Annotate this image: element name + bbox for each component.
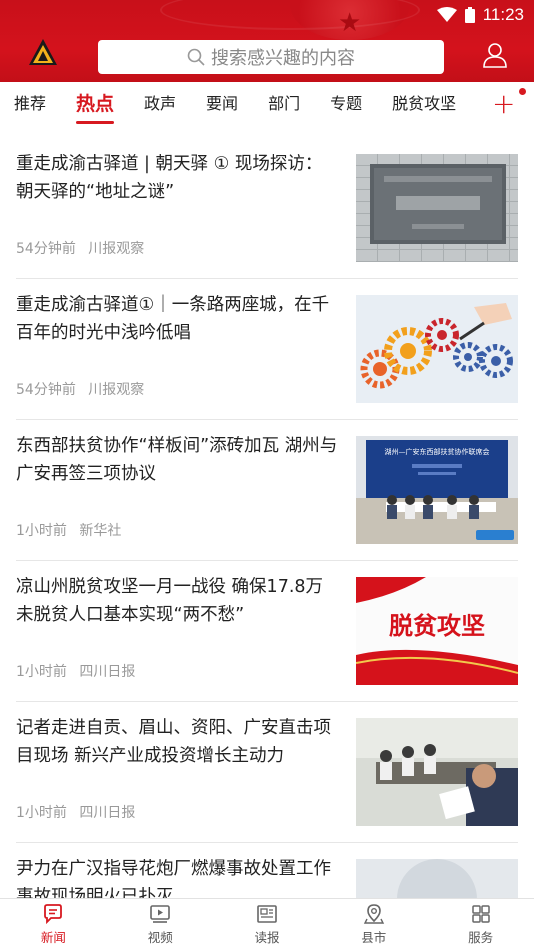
thumb-banner-text: 湖州—广安东西部扶贫协作联席会 (385, 447, 490, 456)
nav-news[interactable]: 新闻 (0, 899, 107, 949)
news-time: 1小时前 (16, 664, 67, 680)
news-source: 新华社 (79, 523, 122, 539)
news-meta: 1小时前 新华社 (16, 520, 129, 540)
chat-icon (44, 903, 63, 924)
wifi-icon (436, 7, 457, 22)
news-item[interactable]: 东西部扶贫协作“样板间”添砖加瓦 湖州与广安再签三项协议 1小时前 新华社 湖州… (16, 420, 518, 561)
news-time: 54分钟前 (16, 382, 76, 398)
news-title: 凉山州脱贫攻坚一月一战役 确保17.8万未脱贫人口基本实现“两不愁” (16, 577, 324, 625)
location-icon (363, 903, 384, 924)
nav-counties[interactable]: 县市 (320, 899, 427, 949)
search-icon (187, 48, 205, 66)
newspaper-icon (257, 904, 277, 923)
tab-recommend[interactable]: 推荐 (14, 82, 46, 128)
nav-label: 读报 (254, 929, 280, 945)
category-tabs: 推荐 热点 政声 要闻 部门 专题 脱贫攻坚 + (0, 82, 534, 128)
status-time: 11:23 (482, 5, 524, 24)
notification-dot (519, 88, 526, 95)
news-source: 四川日报 (79, 664, 136, 680)
news-source: 川报观察 (88, 241, 145, 257)
news-source: 四川日报 (79, 805, 136, 821)
news-meta: 1小时前 四川日报 (16, 661, 143, 681)
app-header: ★ 11:23 搜索感兴趣的内容 (0, 0, 534, 82)
news-meta: 1小时前 四川日报 (16, 802, 143, 822)
nav-newspaper[interactable]: 读报 (214, 899, 321, 949)
news-meta: 54分钟前 川报观察 (16, 238, 152, 258)
news-time: 54分钟前 (16, 241, 76, 257)
news-item[interactable]: 重走成渝古驿道①｜一条路两座城，在千百年的时光中浅吟低唱 54分钟前 川报观察 (16, 279, 518, 420)
user-profile-icon[interactable] (482, 42, 508, 68)
news-thumbnail: 湖州—广安东西部扶贫协作联席会 (356, 436, 518, 544)
search-input[interactable]: 搜索感兴趣的内容 (98, 40, 444, 74)
tab-hot[interactable]: 热点 (76, 82, 115, 128)
nav-label: 新闻 (40, 929, 66, 945)
nav-video[interactable]: 视频 (107, 899, 214, 949)
add-channel-button[interactable]: + (492, 90, 516, 118)
battery-icon (464, 7, 475, 23)
tab-topics[interactable]: 专题 (330, 82, 362, 128)
nav-label: 服务 (468, 929, 494, 945)
thumb-poverty-text: 脱贫攻坚 (389, 612, 485, 640)
nav-label: 视频 (147, 929, 173, 945)
nav-services[interactable]: 服务 (427, 899, 534, 949)
news-title: 重走成渝古驿道①｜一条路两座城，在千百年的时光中浅吟低唱 (16, 295, 330, 343)
news-thumbnail (356, 295, 518, 403)
news-meta: 54分钟前 川报观察 (16, 379, 152, 399)
grid-icon (471, 904, 490, 923)
news-title: 重走成渝古驿道 | 朝天驿 ① 现场探访：朝天驿的“地址之谜” (16, 154, 323, 202)
tab-poverty-alleviation[interactable]: 脱贫攻坚 (392, 82, 456, 128)
news-source: 川报观察 (88, 382, 145, 398)
news-thumbnail (356, 718, 518, 826)
news-item[interactable]: 记者走进自贡、眉山、资阳、广安直击项目现场 新兴产业成投资增长主动力 1小时前 … (16, 702, 518, 843)
news-thumbnail (356, 154, 518, 262)
news-thumbnail: 脱贫攻坚 (356, 577, 518, 685)
news-title: 东西部扶贫协作“样板间”添砖加瓦 湖州与广安再签三项协议 (16, 436, 338, 484)
bottom-navigation: 新闻 视频 读报 县市 服务 (0, 898, 534, 949)
news-time: 1小时前 (16, 523, 67, 539)
app-logo-icon[interactable] (28, 38, 58, 66)
news-item[interactable]: 重走成渝古驿道 | 朝天驿 ① 现场探访：朝天驿的“地址之谜” 54分钟前 川报… (16, 138, 518, 279)
tab-politics[interactable]: 政声 (144, 82, 176, 128)
news-title: 记者走进自贡、眉山、资阳、广安直击项目现场 新兴产业成投资增长主动力 (16, 718, 331, 766)
tab-departments[interactable]: 部门 (268, 82, 300, 128)
nav-label: 县市 (361, 929, 387, 945)
star-emblem-icon: ★ (338, 8, 362, 38)
search-placeholder: 搜索感兴趣的内容 (211, 48, 355, 69)
news-item[interactable]: 凉山州脱贫攻坚一月一战役 确保17.8万未脱贫人口基本实现“两不愁” 1小时前 … (16, 561, 518, 702)
video-icon (150, 904, 170, 923)
news-time: 1小时前 (16, 805, 67, 821)
status-bar: 11:23 (436, 4, 524, 26)
tab-headlines[interactable]: 要闻 (206, 82, 238, 128)
